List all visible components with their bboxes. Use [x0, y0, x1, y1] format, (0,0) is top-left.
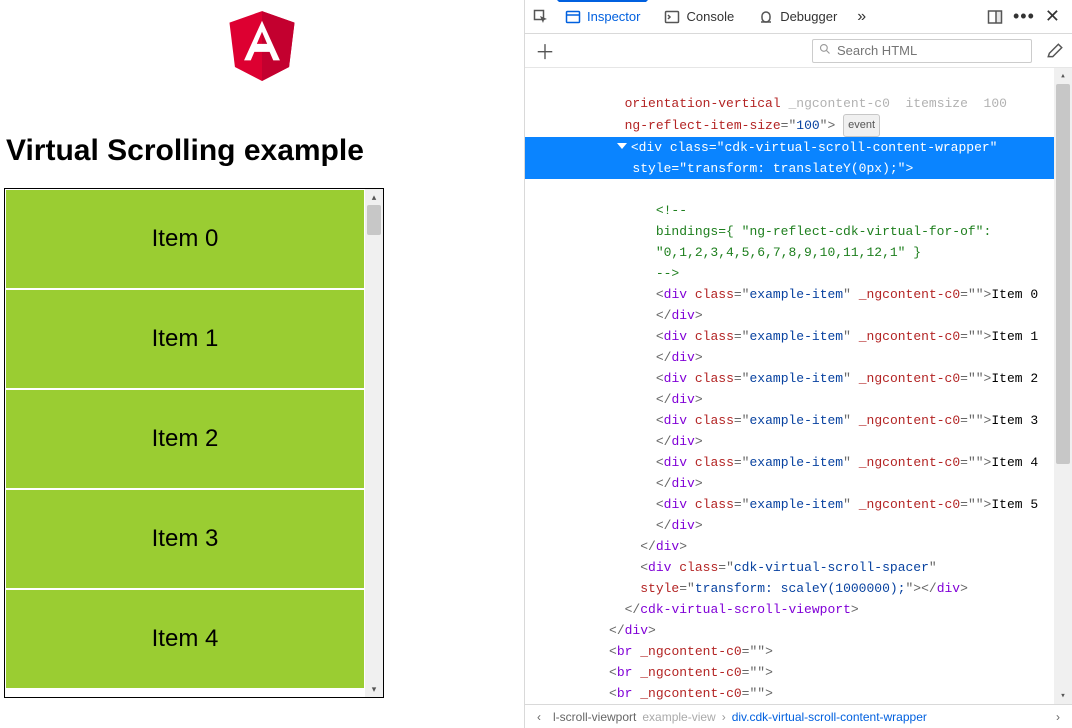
event-badge[interactable]: event [843, 114, 880, 137]
text-node: Item 2 [991, 371, 1038, 386]
dom-tree[interactable]: orientation-vertical _ngcontent-c0 items… [525, 68, 1054, 704]
dom-item-row[interactable]: <div class="example-item" _ngcontent-c0=… [531, 497, 1038, 533]
scrollbar[interactable]: ▴ ▾ [1054, 68, 1072, 704]
element-picker-icon[interactable] [533, 9, 549, 25]
dom-item-row[interactable]: <div class="example-item" _ngcontent-c0=… [531, 329, 1038, 365]
comment: bindings={ "ng-reflect-cdk-virtual-for-o… [656, 224, 991, 239]
attr-value: 100 [984, 96, 1007, 111]
console-icon [664, 9, 680, 25]
inspector-icon [565, 9, 581, 25]
attr-name: _ngcontent-c0 [788, 96, 889, 111]
list-item: Item 3 [5, 489, 365, 589]
close-icon[interactable]: ✕ [1045, 6, 1060, 27]
scroll-down-icon[interactable]: ▾ [365, 681, 383, 697]
chevron-right-icon: › [722, 710, 726, 724]
breadcrumb[interactable]: ‹ l-scroll-viewport example-view › div.c… [525, 704, 1072, 728]
dock-icon[interactable] [987, 9, 1003, 25]
text-node: Item 1 [991, 329, 1038, 344]
devtools-toolbar: Inspector Console Debugger » ••• ✕ [525, 0, 1072, 34]
edit-icon[interactable] [1046, 42, 1064, 60]
scroll-down-icon[interactable]: ▾ [1054, 688, 1072, 704]
search-html-field[interactable] [812, 39, 1032, 63]
screenshot-root: Virtual Scrolling example Item 0 Item 1 … [0, 0, 1072, 728]
text-node: Item 3 [991, 413, 1038, 428]
dom-item-row[interactable]: <div class="example-item" _ngcontent-c0=… [531, 371, 1038, 407]
angular-logo-icon [224, 2, 300, 84]
dom-line: style="transform: translateY(0px);"> [632, 161, 913, 176]
debugger-icon [758, 9, 774, 25]
meatball-icon[interactable]: ••• [1013, 6, 1035, 27]
tab-label: Debugger [780, 9, 837, 24]
breadcrumb-item[interactable]: example-view [642, 710, 715, 724]
search-icon [819, 43, 831, 58]
devtools-body: orientation-vertical _ngcontent-c0 items… [525, 68, 1072, 704]
logo-row [4, 0, 520, 84]
dom-br-row[interactable]: <br _ngcontent-c0=""> [531, 644, 773, 659]
tab-console[interactable]: Console [656, 0, 742, 33]
breadcrumb-selected[interactable]: div.cdk-virtual-scroll-content-wrapper [732, 710, 927, 724]
list-item: Item 4 [5, 589, 365, 689]
scroll-thumb[interactable] [367, 205, 381, 235]
attr-name: ng-reflect-item-size [625, 118, 781, 133]
list-item: Item 2 [5, 389, 365, 489]
breadcrumb-item[interactable]: l-scroll-viewport [553, 710, 636, 724]
new-node-button[interactable]: ＋ [533, 39, 557, 63]
comment: "0,1,2,3,4,5,6,7,8,9,10,11,12,1" } [656, 245, 921, 260]
comment: <!-- [656, 203, 687, 218]
comment: --> [656, 266, 679, 281]
virtual-scroll-list: Item 0 Item 1 Item 2 Item 3 Item 4 [5, 189, 365, 697]
scrollbar[interactable]: ▴ ▾ [365, 189, 383, 697]
scroll-thumb[interactable] [1056, 84, 1070, 464]
attr-value: 100 [796, 118, 819, 133]
attr-name: itemsize [906, 96, 968, 111]
list-item: Item 1 [5, 289, 365, 389]
overflow-icon[interactable]: » [853, 8, 870, 26]
page-title: Virtual Scrolling example [6, 134, 520, 168]
breadcrumb-right-icon[interactable]: › [1050, 710, 1066, 724]
tab-label: Inspector [587, 9, 640, 24]
dom-spacer-row[interactable]: <div class="cdk-virtual-scroll-spacer" s… [531, 560, 968, 596]
search-input[interactable] [835, 42, 1025, 59]
scroll-up-icon[interactable]: ▴ [1054, 68, 1072, 84]
selected-node[interactable]: <div class="cdk-virtual-scroll-content-w… [525, 137, 1054, 179]
list-item: Item 0 [5, 189, 365, 289]
dom-line: <div class="cdk-virtual-scroll-content-w… [631, 140, 998, 155]
tab-debugger[interactable]: Debugger [750, 0, 845, 33]
tab-inspector[interactable]: Inspector [557, 0, 648, 33]
breadcrumb-left-icon[interactable]: ‹ [531, 710, 547, 724]
text-node: Item 4 [991, 455, 1038, 470]
tab-label: Console [686, 9, 734, 24]
expand-twisty-icon[interactable] [617, 143, 627, 149]
devtools-pane: Inspector Console Debugger » ••• ✕ ＋ [524, 0, 1072, 728]
app-pane: Virtual Scrolling example Item 0 Item 1 … [0, 0, 524, 728]
dom-item-row[interactable]: <div class="example-item" _ngcontent-c0=… [531, 413, 1038, 449]
devtools-subbar: ＋ [525, 34, 1072, 68]
scroll-up-icon[interactable]: ▴ [365, 189, 383, 205]
dom-br-row[interactable]: <br _ngcontent-c0=""> [531, 665, 773, 680]
dom-br-row[interactable]: <br _ngcontent-c0=""> [531, 686, 773, 701]
attr-name: orientation-vertical [625, 96, 781, 111]
dom-item-row[interactable]: <div class="example-item" _ngcontent-c0=… [531, 455, 1038, 491]
dom-item-row[interactable]: <div class="example-item" _ngcontent-c0=… [531, 287, 1038, 323]
text-node: Item 0 [991, 287, 1038, 302]
text-node: Item 5 [991, 497, 1038, 512]
virtual-scroll-viewport[interactable]: Item 0 Item 1 Item 2 Item 3 Item 4 ▴ ▾ [4, 188, 384, 698]
